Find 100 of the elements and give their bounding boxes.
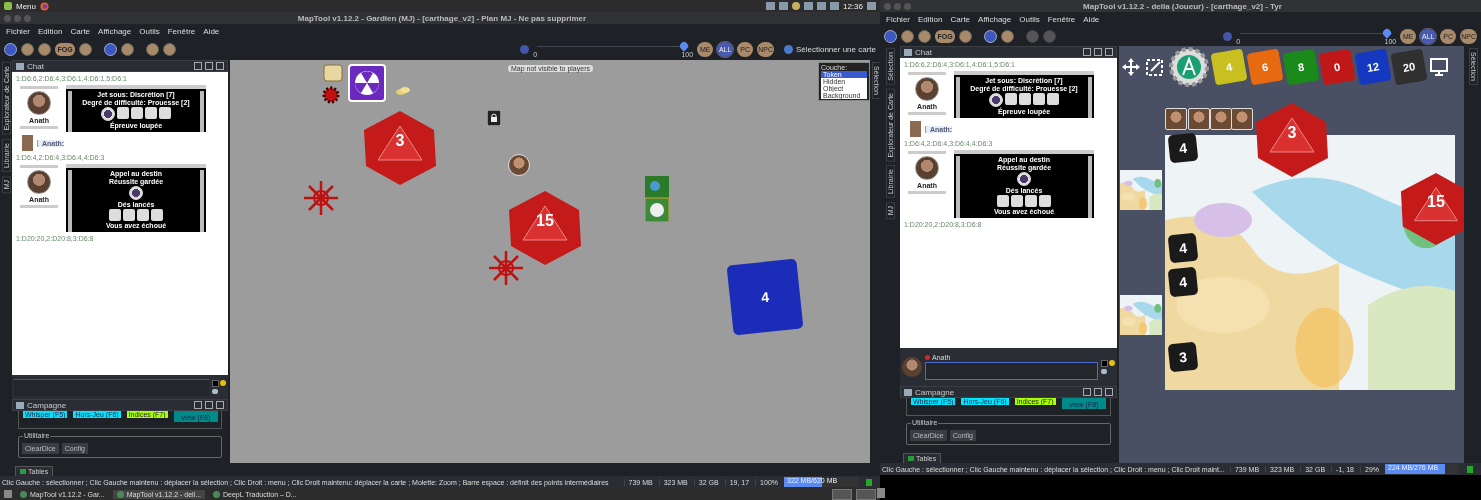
pointer-tool-button[interactable] bbox=[104, 42, 117, 56]
pin-button[interactable] bbox=[205, 401, 213, 409]
select-map-button[interactable]: Sélectionner une carte bbox=[783, 44, 876, 54]
menu-item[interactable]: Carte bbox=[70, 26, 91, 36]
d6-die-token[interactable]: 4 bbox=[726, 258, 804, 336]
close-button[interactable] bbox=[1105, 388, 1113, 396]
blank-die-tile bbox=[117, 107, 129, 119]
menu-item[interactable]: Fenêtre bbox=[167, 26, 196, 36]
panel-icon bbox=[904, 48, 912, 56]
menu-item[interactable]: Edition bbox=[38, 26, 63, 36]
menu-item[interactable]: Carte bbox=[950, 14, 971, 24]
character-token[interactable] bbox=[1210, 108, 1232, 130]
blank-die-tile bbox=[997, 195, 1009, 207]
tool-button[interactable] bbox=[79, 42, 92, 56]
die-button[interactable]: 12 bbox=[1354, 48, 1392, 86]
restore-button[interactable] bbox=[1083, 48, 1091, 56]
menu-item[interactable]: Aide bbox=[1083, 14, 1100, 24]
blank-die-tile bbox=[1039, 195, 1051, 207]
menu-item[interactable]: Affichage bbox=[978, 14, 1012, 24]
menu-item[interactable]: Fenêtre bbox=[1047, 14, 1076, 24]
color-swatch[interactable] bbox=[1101, 360, 1108, 367]
tool-button[interactable] bbox=[163, 42, 176, 56]
menu-item[interactable]: Aide bbox=[203, 26, 220, 36]
pin-button[interactable] bbox=[1094, 48, 1102, 56]
monitor-icon[interactable] bbox=[1429, 57, 1449, 77]
tool-button[interactable] bbox=[146, 42, 159, 56]
workspace-button[interactable] bbox=[832, 488, 852, 500]
select-icon[interactable] bbox=[1145, 57, 1165, 77]
emote-icon[interactable] bbox=[1109, 360, 1115, 366]
menu-item[interactable]: Affichage bbox=[98, 26, 132, 36]
panel-icon bbox=[904, 388, 912, 396]
die-button[interactable]: 8 bbox=[1282, 48, 1320, 86]
character-token[interactable] bbox=[1231, 108, 1253, 130]
slider-thumb[interactable] bbox=[678, 39, 690, 52]
speech-icon[interactable] bbox=[1101, 369, 1107, 374]
tool-button[interactable] bbox=[21, 42, 34, 56]
window-title: MapTool v1.12.2 - della (Joueur) - [carthage_v2] - Tyr bbox=[1082, 1, 1283, 11]
clock[interactable]: 12:36 bbox=[842, 1, 863, 11]
pin-button[interactable] bbox=[205, 62, 213, 70]
speech-icon[interactable] bbox=[212, 389, 218, 394]
panel-title: Chat bbox=[915, 47, 932, 57]
map-canvas[interactable]: 4 6 8 0 12 20 4 3 15 4 4 3 bbox=[1119, 46, 1464, 463]
slider-thumb[interactable] bbox=[1381, 26, 1393, 39]
menu-label[interactable]: Menu bbox=[16, 1, 36, 11]
radiation-icon[interactable] bbox=[348, 64, 386, 102]
color-swatch[interactable] bbox=[212, 380, 219, 387]
tool-button[interactable] bbox=[918, 29, 931, 43]
blank-die-tile bbox=[1005, 93, 1017, 105]
blank-die-tile bbox=[1011, 195, 1023, 207]
tool-button[interactable] bbox=[901, 29, 914, 43]
restore-button[interactable] bbox=[1083, 388, 1091, 396]
tool-button[interactable] bbox=[121, 42, 134, 56]
chat-input[interactable] bbox=[14, 378, 209, 396]
menu-item[interactable]: Outils bbox=[139, 26, 160, 36]
portrait-tile bbox=[129, 186, 143, 200]
blank-die-tile bbox=[145, 107, 157, 119]
close-button[interactable] bbox=[216, 62, 224, 70]
pointer-tool-button[interactable] bbox=[984, 29, 997, 43]
die-button[interactable]: 0 bbox=[1318, 48, 1356, 86]
character-token[interactable] bbox=[508, 154, 530, 176]
tool-button[interactable] bbox=[959, 29, 972, 43]
menu-item[interactable]: Edition bbox=[918, 14, 943, 24]
lock-icon[interactable] bbox=[487, 110, 501, 126]
close-button[interactable] bbox=[1105, 48, 1113, 56]
blank-die-tile bbox=[131, 107, 143, 119]
tool-button[interactable] bbox=[1001, 29, 1014, 43]
gear-icon[interactable] bbox=[1169, 47, 1209, 87]
menu-item[interactable]: Fichier bbox=[6, 26, 30, 36]
close-button[interactable] bbox=[216, 401, 224, 409]
character-token[interactable] bbox=[1165, 108, 1187, 130]
menu-icon[interactable] bbox=[4, 2, 12, 10]
browser-icon[interactable] bbox=[40, 1, 49, 11]
volume-slider[interactable] bbox=[537, 40, 690, 51]
blank-die-tile bbox=[1025, 195, 1037, 207]
workspace-button[interactable] bbox=[856, 488, 876, 500]
blank-die-tile bbox=[137, 209, 149, 221]
blank-die-tile bbox=[123, 209, 135, 221]
restore-button[interactable] bbox=[194, 62, 202, 70]
tool-button[interactable] bbox=[38, 42, 51, 56]
blank-die-tile bbox=[1047, 93, 1059, 105]
status-icon[interactable] bbox=[791, 2, 800, 10]
pointer-tool-button[interactable] bbox=[884, 29, 897, 43]
pointer-tool-button[interactable] bbox=[4, 42, 17, 56]
menu-item[interactable]: Outils bbox=[1019, 14, 1040, 24]
volume-slider[interactable] bbox=[1240, 27, 1393, 38]
pin-button[interactable] bbox=[1094, 388, 1102, 396]
die-button[interactable]: 20 bbox=[1390, 48, 1428, 86]
blank-die-tile bbox=[1033, 93, 1045, 105]
portrait-tile bbox=[101, 107, 115, 121]
move-icon[interactable] bbox=[1121, 57, 1141, 77]
restore-button[interactable] bbox=[194, 401, 202, 409]
gear-icon[interactable] bbox=[322, 86, 340, 104]
blank-die-tile bbox=[109, 209, 121, 221]
character-token[interactable] bbox=[1188, 108, 1210, 130]
menu-item[interactable]: Fichier bbox=[886, 14, 910, 24]
chat-input[interactable] bbox=[925, 362, 1098, 380]
panel-title: Chat bbox=[27, 61, 44, 71]
token-stack-icon[interactable] bbox=[645, 176, 669, 222]
emote-icon[interactable] bbox=[220, 380, 226, 386]
close-icon[interactable] bbox=[925, 355, 930, 360]
